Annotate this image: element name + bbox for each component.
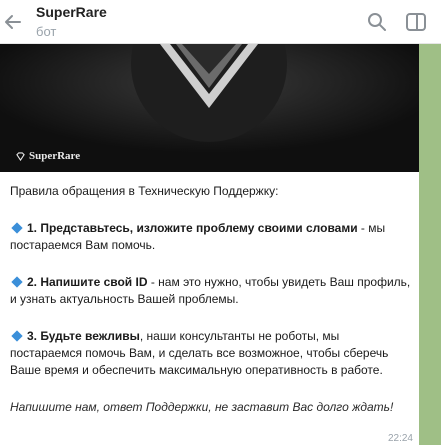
sidebar-toggle-icon bbox=[406, 13, 426, 31]
rule-3-title: 3. Будьте вежливы bbox=[27, 329, 140, 343]
chat-title[interactable]: SuperRare bbox=[36, 4, 107, 20]
rules-intro: Правила обращения в Техническую Поддержк… bbox=[10, 184, 279, 198]
chat-subtitle: бот bbox=[36, 24, 57, 39]
blue-diamond-icon bbox=[11, 330, 23, 342]
back-button[interactable] bbox=[0, 8, 26, 36]
blue-diamond-icon bbox=[11, 276, 23, 288]
closing-text: Напишите нам, ответ Поддержки, не застав… bbox=[10, 400, 394, 414]
rule-2-title: 2. Напишите свой ID bbox=[27, 275, 148, 289]
message-time: 22:24 bbox=[387, 433, 413, 444]
blue-diamond-icon bbox=[11, 222, 23, 234]
rule-1-title: 1. Представьтесь, изложите проблему свои… bbox=[27, 221, 358, 235]
rule-2: 2. Напишите свой ID - нам это нужно, что… bbox=[10, 274, 412, 308]
media-brand-text: SuperRare bbox=[29, 150, 81, 162]
message-image[interactable]: SuperRare bbox=[0, 44, 419, 172]
small-diamond-icon bbox=[16, 151, 25, 161]
arrow-left-icon bbox=[5, 15, 21, 29]
chat-header: SuperRare бот bbox=[0, 0, 441, 44]
rule-1: 1. Представьтесь, изложите проблему свои… bbox=[10, 220, 412, 254]
rule-3: 3. Будьте вежливы, наши консультанты не … bbox=[10, 328, 412, 379]
chat-background bbox=[419, 44, 441, 445]
media-brand: SuperRare bbox=[16, 150, 80, 162]
search-button[interactable] bbox=[364, 9, 390, 35]
sidebar-toggle-button[interactable] bbox=[403, 9, 429, 35]
search-icon bbox=[368, 13, 386, 31]
message-text: Правила обращения в Техническую Поддержк… bbox=[10, 183, 412, 436]
message-bubble: SuperRare Правила обращения в Техническу… bbox=[0, 44, 419, 445]
